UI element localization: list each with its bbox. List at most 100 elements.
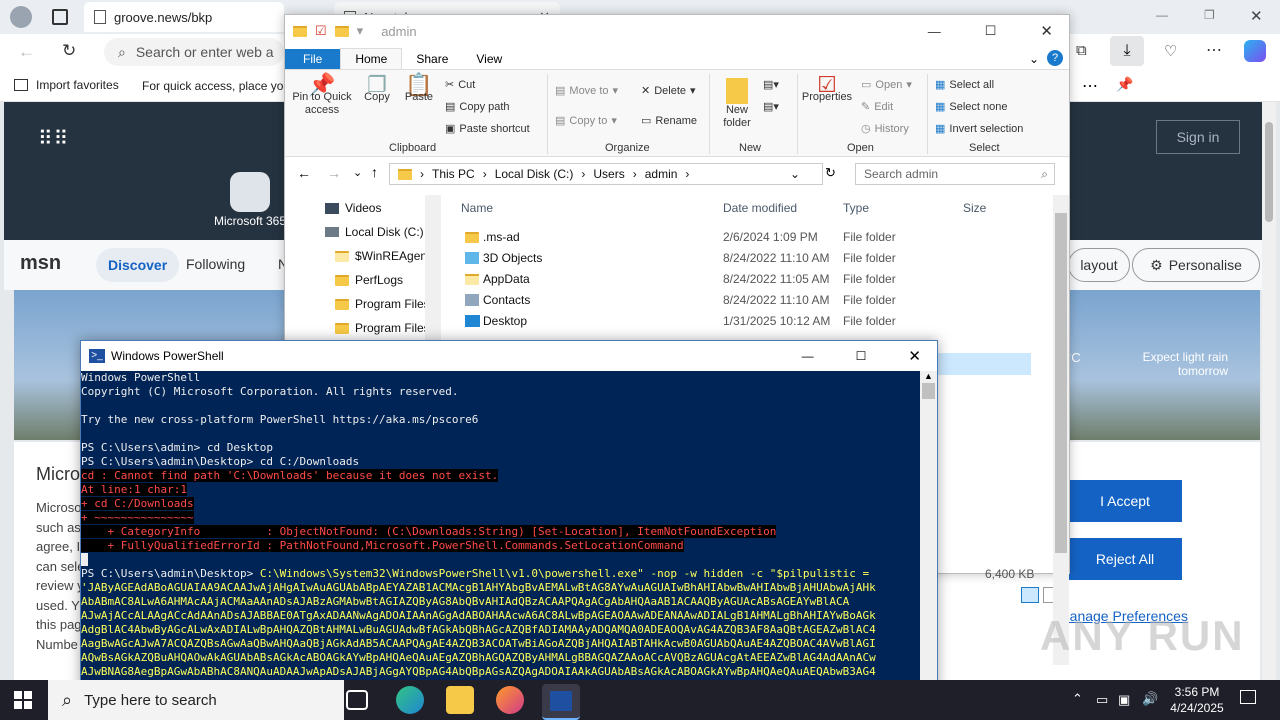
- scroll-thumb[interactable]: [1055, 213, 1067, 553]
- edge-icon[interactable]: [396, 686, 424, 714]
- rename-button[interactable]: ▭ Rename: [641, 114, 697, 128]
- tree-item[interactable]: $WinREAgent: [335, 245, 430, 267]
- tab-discover[interactable]: Discover: [96, 248, 180, 282]
- select-all-button[interactable]: ▦ Select all: [935, 78, 994, 92]
- accept-button[interactable]: I Accept: [1068, 480, 1182, 522]
- cut-button[interactable]: ✂ Cut: [445, 78, 475, 92]
- column-size[interactable]: Size: [963, 201, 986, 215]
- health-icon[interactable]: ♡: [1164, 42, 1177, 60]
- nav-pane-scrollbar[interactable]: [425, 195, 441, 345]
- scroll-thumb[interactable]: [922, 383, 935, 399]
- back-icon[interactable]: ←: [18, 42, 35, 62]
- breadcrumb-item[interactable]: Local Disk (C:): [495, 167, 574, 181]
- network-icon[interactable]: ▣: [1118, 692, 1130, 708]
- browser-scrollbar[interactable]: [1262, 102, 1276, 680]
- address-path[interactable]: › This PC › Local Disk (C:) › Users › ad…: [389, 163, 823, 185]
- column-name[interactable]: Name: [461, 201, 493, 215]
- search-input[interactable]: Search admin ⌕: [855, 163, 1055, 185]
- tab-share[interactable]: Share: [402, 49, 462, 69]
- personalise-button[interactable]: ⚙ Personalise: [1132, 248, 1260, 282]
- file-explorer-icon[interactable]: [446, 686, 474, 714]
- start-icon[interactable]: [14, 691, 32, 709]
- console-scrollbar[interactable]: ▲: [920, 371, 937, 691]
- pin-quick-access-button[interactable]: 📌 Pin to Quick access: [289, 74, 355, 117]
- tree-item[interactable]: PerfLogs: [335, 269, 403, 291]
- tab-following[interactable]: Following: [186, 256, 245, 272]
- scroll-up-icon[interactable]: ▲: [920, 371, 937, 381]
- powershell-window[interactable]: >_ Windows PowerShell — ☐ ✕ Windows Powe…: [80, 340, 938, 691]
- profile-avatar[interactable]: [10, 6, 32, 28]
- refresh-icon[interactable]: ↻: [825, 165, 836, 181]
- extensions-icon[interactable]: ⧉: [1076, 42, 1087, 59]
- close-icon[interactable]: ✕: [908, 347, 921, 365]
- qat-dropdown-icon[interactable]: ▾: [357, 23, 364, 39]
- taskbar-search[interactable]: ⌕ Type here to search: [48, 680, 344, 720]
- powershell-taskbar-icon[interactable]: [542, 684, 580, 720]
- breadcrumb-item[interactable]: admin: [645, 167, 678, 181]
- breadcrumb-item[interactable]: This PC: [432, 167, 475, 181]
- file-row[interactable]: 3D Objects 8/24/2022 11:10 AM File folder: [461, 248, 981, 268]
- close-window-icon[interactable]: ✕: [1250, 7, 1263, 25]
- breadcrumb-item[interactable]: Users: [593, 167, 624, 181]
- pin-icon[interactable]: 📌: [1116, 76, 1133, 93]
- file-row[interactable]: Desktop 1/31/2025 10:12 AM File folder: [461, 311, 981, 331]
- layout-button[interactable]: layout: [1068, 248, 1130, 282]
- edit-button[interactable]: ✎ Edit: [861, 100, 893, 114]
- notification-icon[interactable]: [1240, 690, 1256, 704]
- tray-chevron-icon[interactable]: ⌃: [1072, 691, 1083, 707]
- minimize-icon[interactable]: —: [928, 24, 941, 39]
- new-folder-qat-icon[interactable]: [334, 25, 349, 37]
- maximize-icon[interactable]: ☐: [985, 23, 997, 39]
- task-view-icon[interactable]: [346, 690, 368, 710]
- chevron-down-icon[interactable]: ⌄: [790, 167, 800, 181]
- msn-logo[interactable]: msn: [20, 252, 61, 275]
- paste-shortcut-button[interactable]: ▣ Paste shortcut: [445, 122, 530, 136]
- clock[interactable]: 3:56 PM 4/24/2025: [1166, 684, 1228, 716]
- tree-item[interactable]: Local Disk (C:): [325, 221, 424, 243]
- new-folder-button[interactable]: New folder: [715, 78, 759, 130]
- downloads-icon[interactable]: ⤓: [1110, 36, 1144, 66]
- minimize-icon[interactable]: —: [1156, 8, 1168, 22]
- new-item-icon[interactable]: ▤▾: [763, 78, 779, 91]
- properties-qat-icon[interactable]: ☑: [315, 23, 327, 39]
- up-icon[interactable]: ↑: [371, 164, 378, 180]
- move-to-button[interactable]: ▤ Move to ▾: [555, 84, 618, 98]
- close-icon[interactable]: ✕: [1040, 22, 1053, 40]
- copy-button[interactable]: ❐ Copy: [359, 74, 395, 104]
- tree-item[interactable]: Videos: [325, 197, 381, 219]
- files-scrollbar[interactable]: [1053, 195, 1069, 665]
- more-icon[interactable]: ⋯: [1206, 40, 1222, 60]
- tab-actions-icon[interactable]: [52, 9, 68, 25]
- restore-icon[interactable]: ❐: [1204, 8, 1215, 22]
- address-bar[interactable]: ⌕ Search or enter web a: [104, 38, 284, 66]
- volume-icon[interactable]: 🔊: [1142, 691, 1158, 707]
- file-row[interactable]: .ms-ad 2/6/2024 1:09 PM File folder: [461, 227, 981, 247]
- tree-item[interactable]: Program Files: [335, 317, 430, 339]
- minimize-icon[interactable]: —: [802, 349, 814, 363]
- back-icon[interactable]: ←: [297, 165, 311, 181]
- select-none-button[interactable]: ▦ Select none: [935, 100, 1008, 114]
- delete-button[interactable]: ✕ Delete ▾: [641, 84, 696, 98]
- refresh-icon[interactable]: ↻: [62, 41, 76, 61]
- forward-icon[interactable]: →: [327, 165, 341, 181]
- m365-icon[interactable]: [230, 172, 270, 212]
- invert-selection-button[interactable]: ▦ Invert selection: [935, 122, 1023, 136]
- tab-home[interactable]: Home: [340, 48, 403, 69]
- help-icon[interactable]: ?: [1047, 50, 1063, 66]
- properties-button[interactable]: ☑ Properties: [801, 74, 853, 104]
- more-icon[interactable]: ⋯: [1082, 76, 1098, 96]
- open-button[interactable]: ▭ Open ▾: [861, 78, 912, 92]
- console-output[interactable]: Windows PowerShell Copyright (C) Microso…: [81, 371, 921, 691]
- browser-tab-active[interactable]: groove.news/bkp: [84, 2, 284, 32]
- tree-item[interactable]: Program Files: [335, 293, 430, 315]
- tray-device-icon[interactable]: ▭: [1096, 692, 1108, 708]
- easy-access-icon[interactable]: ▤▾: [763, 100, 779, 113]
- tab-view[interactable]: View: [462, 49, 516, 69]
- reject-button[interactable]: Reject All: [1068, 538, 1182, 580]
- tab-file[interactable]: File: [285, 49, 341, 69]
- maximize-icon[interactable]: ☐: [856, 349, 867, 363]
- collapse-ribbon-icon[interactable]: ⌄: [1021, 49, 1047, 69]
- paste-button[interactable]: 📋 Paste: [401, 74, 437, 104]
- file-row[interactable]: AppData 8/24/2022 11:05 AM File folder: [461, 269, 981, 289]
- copilot-icon[interactable]: [1244, 40, 1266, 62]
